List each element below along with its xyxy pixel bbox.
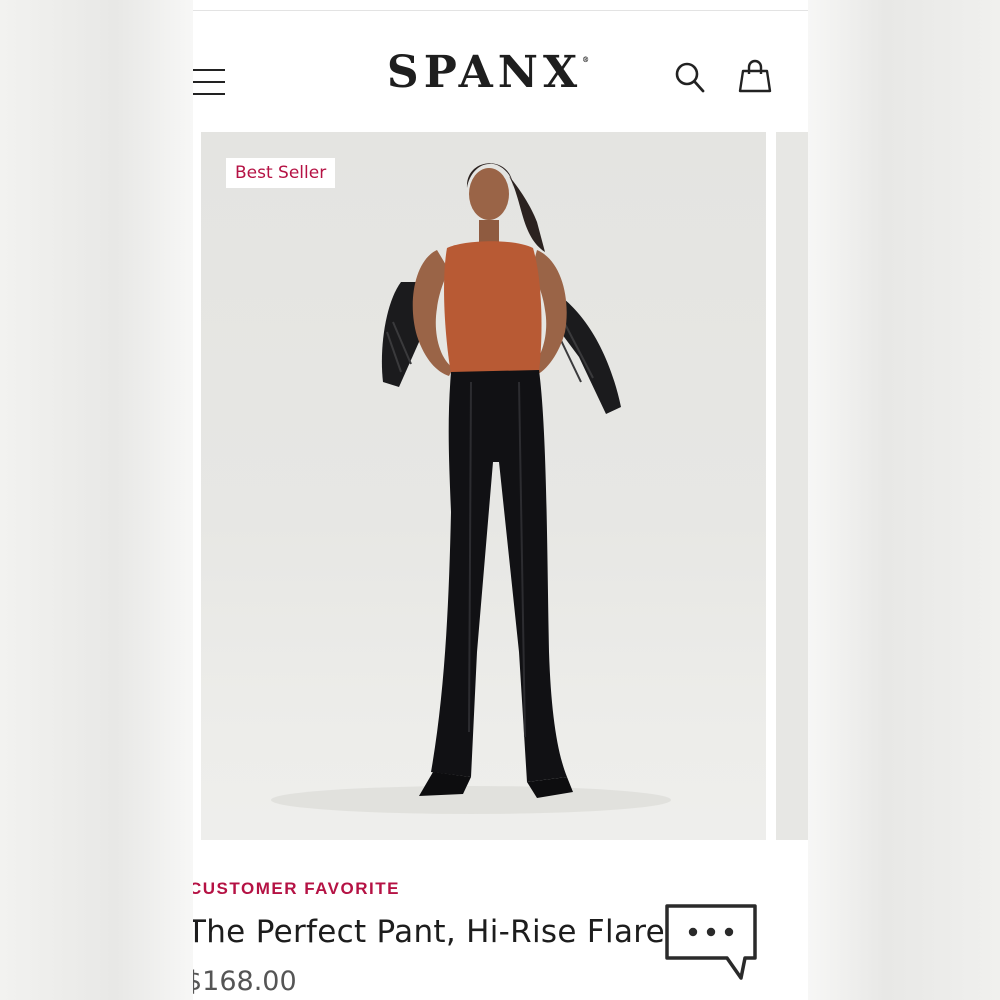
model-photo <box>271 163 671 814</box>
chat-bubble-icon[interactable] <box>661 902 761 982</box>
brand-logo[interactable]: SPANX® <box>368 47 608 98</box>
background-left <box>0 0 193 1000</box>
site-header: SPANX® <box>193 11 808 132</box>
product-title[interactable]: The Perfect Pant, Hi-Rise Flare <box>193 914 665 950</box>
best-seller-badge: Best Seller <box>226 158 336 188</box>
product-image[interactable]: Best Seller <box>201 132 766 840</box>
product-price: $168.00 <box>193 966 297 997</box>
mobile-screen: SPANX® Best Seller CUSTOMER FAVORITE The… <box>193 0 808 1000</box>
hamburger-menu-icon[interactable] <box>193 69 225 97</box>
background-right <box>808 0 1000 1000</box>
product-eyebrow: CUSTOMER FAVORITE <box>193 879 400 898</box>
next-product-image[interactable] <box>776 132 808 840</box>
search-icon[interactable] <box>674 60 706 94</box>
shopping-bag-icon[interactable] <box>738 58 772 94</box>
